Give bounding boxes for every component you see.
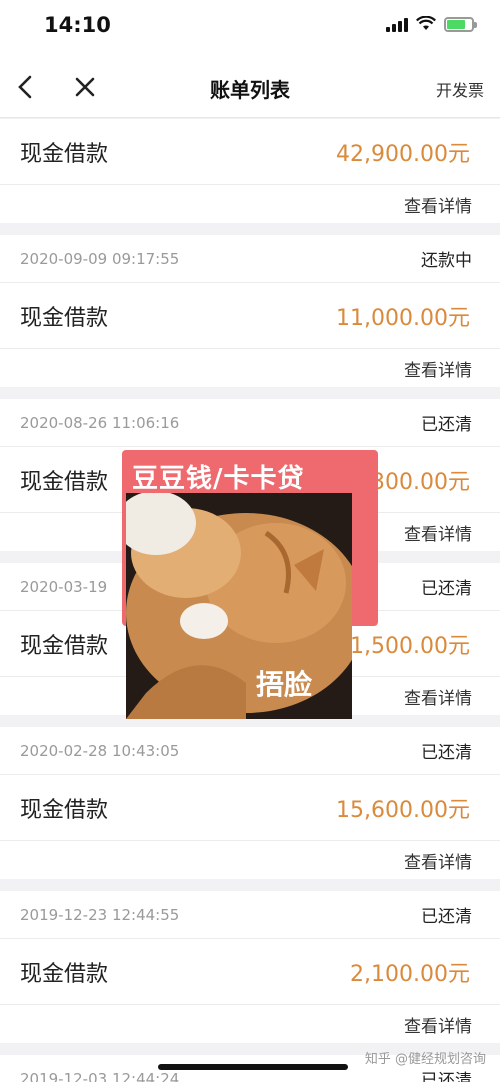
bill-main-row[interactable]: 现金借款 11,000.00元 bbox=[0, 283, 500, 349]
bill-amount: 42,900.00元 bbox=[336, 141, 470, 167]
page-title: 账单列表 bbox=[210, 78, 290, 102]
bill-name: 现金借款 bbox=[20, 633, 109, 659]
bill-card: 现金借款 42,900.00元 查看详情 bbox=[0, 119, 500, 223]
bill-card: 2020-09-09 09:17:55 还款中 现金借款 11,000.00元 … bbox=[0, 235, 500, 387]
battery-icon bbox=[444, 16, 477, 32]
bill-card: 2020-02-28 10:43:05 已还清 现金借款 15,600.00元 … bbox=[0, 727, 500, 879]
bill-name: 现金借款 bbox=[20, 797, 109, 823]
bill-status: 已还清 bbox=[421, 579, 472, 599]
bill-status: 已还清 bbox=[421, 415, 472, 435]
cat-illustration bbox=[126, 493, 352, 719]
view-details-link[interactable]: 查看详情 bbox=[404, 520, 472, 545]
bill-date: 2020-03-19 bbox=[20, 577, 108, 596]
status-bar: 14:10 bbox=[0, 0, 500, 58]
nav-bar: 账单列表 开发票 bbox=[0, 58, 500, 118]
view-details-link[interactable]: 查看详情 bbox=[404, 192, 472, 217]
invoice-button[interactable]: 开发票 bbox=[436, 77, 484, 101]
bill-name: 现金借款 bbox=[20, 141, 109, 167]
bill-name: 现金借款 bbox=[20, 469, 109, 495]
view-details-link[interactable]: 查看详情 bbox=[404, 1012, 472, 1037]
wifi-icon bbox=[416, 16, 436, 30]
bill-date: 2019-12-03 12:44:24 bbox=[20, 1069, 180, 1082]
home-indicator[interactable] bbox=[158, 1064, 348, 1070]
bill-date: 2020-02-28 10:43:05 bbox=[20, 741, 180, 760]
bill-date: 2020-08-26 11:06:16 bbox=[20, 413, 180, 432]
bill-amount: 11,000.00元 bbox=[336, 305, 470, 331]
status-icons bbox=[386, 16, 477, 32]
view-details-link[interactable]: 查看详情 bbox=[404, 684, 472, 709]
cat-meme-image: 捂脸 bbox=[126, 493, 352, 719]
bill-amount: 2,100.00元 bbox=[350, 961, 470, 987]
bill-status: 已还清 bbox=[421, 907, 472, 927]
bill-date: 2019-12-23 12:44:55 bbox=[20, 905, 180, 924]
bill-name: 现金借款 bbox=[20, 961, 109, 987]
meme-overlay-title: 豆豆钱/卡卡贷 bbox=[132, 464, 305, 494]
view-details-link[interactable]: 查看详情 bbox=[404, 848, 472, 873]
bill-amount: 1,500.00元 bbox=[350, 633, 470, 659]
watermark: 知乎 @健经规划咨询 bbox=[364, 1052, 486, 1067]
bill-main-row[interactable]: 现金借款 2,100.00元 bbox=[0, 939, 500, 1005]
bill-date: 2020-09-09 09:17:55 bbox=[20, 249, 180, 268]
status-time: 14:10 bbox=[44, 13, 111, 37]
cellular-signal-icon bbox=[386, 16, 408, 32]
bill-card: 2019-12-23 12:44:55 已还清 现金借款 2,100.00元 查… bbox=[0, 891, 500, 1043]
bill-main-row[interactable]: 现金借款 15,600.00元 bbox=[0, 775, 500, 841]
bill-status: 还款中 bbox=[421, 251, 472, 271]
bill-status: 已还清 bbox=[421, 743, 472, 763]
bill-name: 现金借款 bbox=[20, 305, 109, 331]
bill-status: 已还清 bbox=[421, 1071, 472, 1082]
bill-main-row[interactable]: 现金借款 42,900.00元 bbox=[0, 119, 500, 185]
bill-amount: 15,600.00元 bbox=[336, 797, 470, 823]
meme-caption: 捂脸 bbox=[256, 668, 313, 701]
view-details-link[interactable]: 查看详情 bbox=[404, 356, 472, 381]
